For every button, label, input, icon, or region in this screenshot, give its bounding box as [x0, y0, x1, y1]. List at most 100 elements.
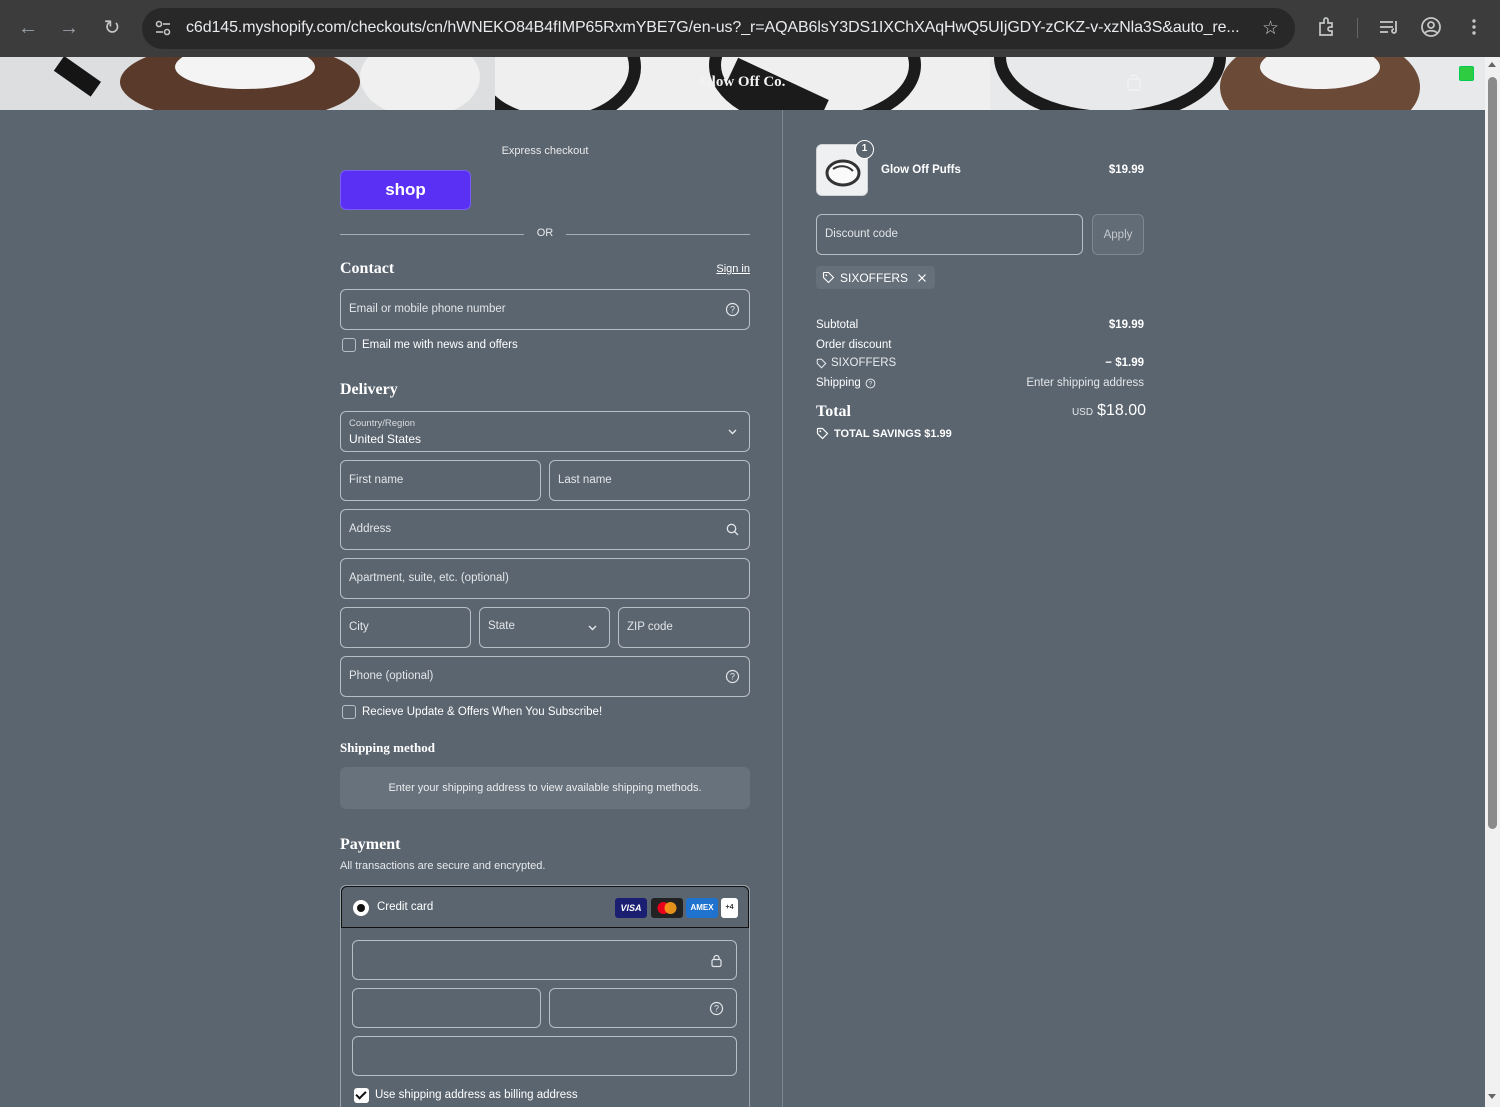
order-discount-label: Order discount — [816, 339, 892, 351]
shipping-method-note: Enter your shipping address to view avai… — [340, 767, 750, 809]
sign-in-link[interactable]: Sign in — [716, 263, 750, 275]
total-savings: TOTAL SAVINGS $1.99 — [816, 427, 952, 440]
or-line-left — [340, 234, 524, 235]
remove-discount-icon[interactable] — [917, 273, 927, 283]
extensions-icon[interactable] — [1314, 14, 1340, 40]
address-placeholder: Address — [349, 523, 392, 535]
quantity-badge: 1 — [855, 140, 874, 159]
back-icon[interactable]: ← — [14, 14, 42, 42]
help-icon[interactable]: ? — [709, 1001, 724, 1016]
total-currency: USD — [1071, 407, 1094, 418]
media-queue-icon[interactable] — [1376, 14, 1402, 40]
address-field[interactable]: Address — [340, 509, 750, 550]
order-discount-row: Order discount — [816, 339, 1144, 355]
page-scrollbar[interactable] — [1485, 57, 1500, 1107]
address-bar[interactable]: c6d145.myshopify.com/checkouts/cn/hWNEKO… — [142, 8, 1295, 49]
email-field[interactable]: Email or mobile phone number ? — [340, 289, 750, 330]
state-placeholder: State — [488, 620, 515, 632]
billing-checkbox[interactable] — [354, 1088, 369, 1103]
payment-box: Credit card VISA AMEX +4 ? — [340, 885, 750, 1107]
menu-kebab-icon[interactable] — [1461, 14, 1487, 40]
billing-label: Use shipping address as billing address — [375, 1089, 578, 1101]
zip-placeholder: ZIP code — [627, 621, 673, 633]
shipping-method-title: Shipping method — [340, 740, 436, 755]
delivery-title: Delivery — [340, 381, 398, 398]
shipping-value: Enter shipping address — [1026, 377, 1144, 389]
shipping-label-group: Shipping ? — [816, 377, 876, 389]
store-banner: Glow Off Co. — [0, 57, 1485, 110]
discount-tag-label: SIXOFFERS — [840, 270, 909, 285]
total-value: $18.00 — [1097, 402, 1146, 419]
help-icon[interactable]: ? — [725, 669, 740, 684]
country-select[interactable]: Country/Region United States — [340, 411, 750, 452]
product-name: Glow Off Puffs — [881, 164, 961, 176]
discount-placeholder: Discount code — [825, 228, 898, 240]
apartment-field[interactable]: Apartment, suite, etc. (optional) — [340, 558, 750, 599]
chevron-down-icon — [588, 625, 597, 631]
help-icon[interactable]: ? — [725, 302, 740, 317]
forward-icon[interactable]: → — [55, 14, 83, 42]
apply-button[interactable]: Apply — [1092, 214, 1144, 255]
reload-icon[interactable]: ↻ — [98, 14, 126, 42]
banner-image-right — [990, 57, 1485, 110]
country-label: Country/Region — [349, 418, 416, 429]
or-text: OR — [536, 227, 554, 239]
chevron-down-icon — [728, 429, 737, 435]
city-field[interactable]: City — [340, 607, 471, 648]
discount-code-line: SIXOFFERS — [816, 357, 896, 369]
news-checkbox[interactable] — [342, 338, 356, 352]
total-amount: USD $18.00 — [1072, 402, 1146, 420]
svg-text:?: ? — [730, 672, 735, 682]
search-icon[interactable] — [725, 522, 740, 537]
lock-icon — [711, 954, 722, 968]
card-number-field[interactable] — [352, 940, 737, 980]
url-text[interactable]: c6d145.myshopify.com/checkouts/cn/hWNEKO… — [186, 19, 1246, 37]
apartment-placeholder: Apartment, suite, etc. (optional) — [349, 572, 509, 584]
payment-subtitle: All transactions are secure and encrypte… — [340, 860, 546, 872]
phone-field[interactable]: Phone (optional) ? — [340, 656, 750, 697]
total-label: Total — [816, 403, 851, 420]
credit-card-radio[interactable] — [353, 900, 369, 916]
profile-icon[interactable] — [1418, 14, 1444, 40]
scroll-up-arrow[interactable] — [1488, 62, 1496, 67]
subtotal-row: Subtotal $19.99 — [816, 319, 1144, 335]
email-placeholder: Email or mobile phone number — [349, 303, 506, 315]
express-checkout-label: Express checkout — [501, 145, 589, 157]
discount-code-field[interactable]: Discount code — [816, 214, 1083, 255]
zip-field[interactable]: ZIP code — [618, 607, 750, 648]
banner-image-left — [0, 57, 495, 110]
last-name-placeholder: Last name — [558, 474, 612, 486]
amex-icon: AMEX — [686, 898, 718, 918]
credit-card-label: Credit card — [377, 901, 434, 913]
phone-placeholder: Phone (optional) — [349, 670, 434, 682]
discount-value: − $1.99 — [1105, 357, 1144, 369]
contact-title: Contact — [340, 260, 395, 277]
credit-card-option[interactable]: Credit card VISA AMEX +4 — [341, 886, 749, 928]
country-value: United States — [349, 432, 422, 446]
name-on-card-field[interactable] — [352, 1036, 737, 1076]
scroll-down-arrow[interactable] — [1488, 1094, 1496, 1099]
subscribe-checkbox[interactable] — [342, 705, 356, 719]
tag-icon — [816, 427, 829, 440]
product-price: $19.99 — [1108, 164, 1144, 176]
visa-icon: VISA — [615, 898, 647, 918]
expiry-field[interactable] — [352, 988, 541, 1028]
site-info-icon[interactable] — [152, 17, 174, 39]
scrollbar-thumb[interactable] — [1488, 77, 1497, 829]
first-name-placeholder: First name — [349, 474, 404, 486]
tag-icon — [822, 271, 835, 284]
store-brand[interactable]: Glow Off Co. — [700, 74, 785, 91]
shipping-label: Shipping — [816, 377, 861, 389]
cart-bag-icon[interactable] — [1126, 74, 1142, 92]
last-name-field[interactable]: Last name — [549, 460, 750, 501]
discount-code-name: SIXOFFERS — [831, 357, 897, 369]
state-select[interactable]: State — [479, 607, 610, 648]
shop-pay-button[interactable]: shop — [340, 170, 471, 210]
first-name-field[interactable]: First name — [340, 460, 541, 501]
help-icon[interactable]: ? — [865, 378, 876, 389]
svg-text:?: ? — [714, 1004, 719, 1014]
security-code-field[interactable]: ? — [549, 988, 737, 1028]
subtotal-value: $19.99 — [1108, 319, 1144, 331]
more-cards-badge: +4 — [721, 898, 738, 918]
bookmark-star-icon[interactable]: ☆ — [1262, 17, 1279, 40]
